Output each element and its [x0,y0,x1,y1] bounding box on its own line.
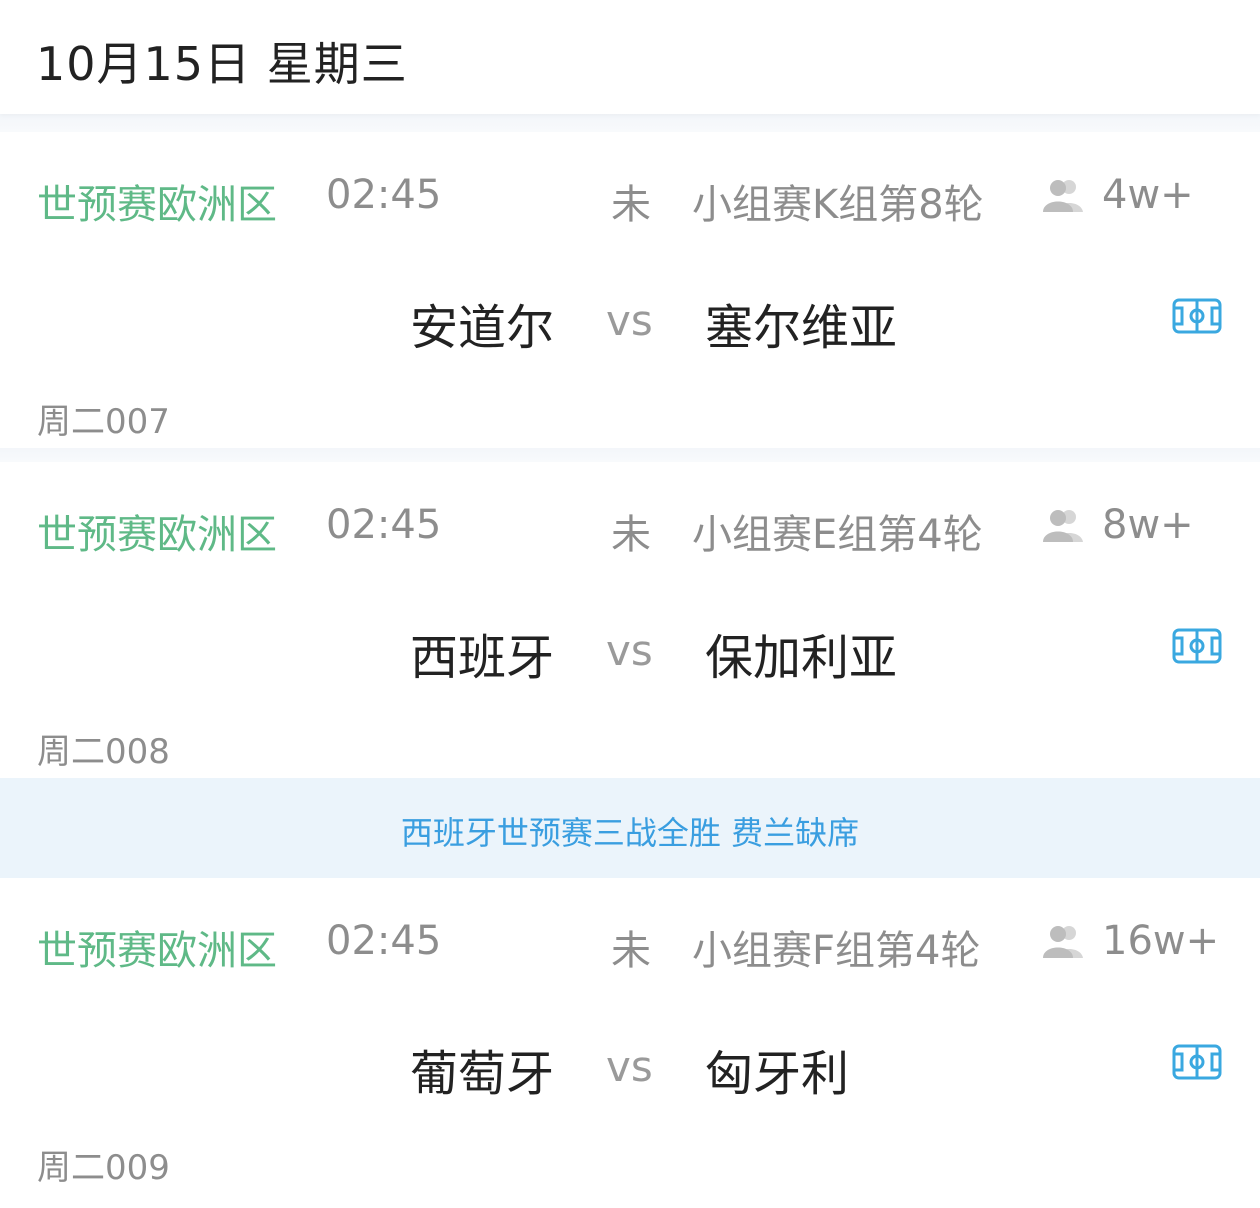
people-icon [1043,926,1083,958]
news-banner[interactable]: 西班牙世预赛三战全胜 费兰缺席 [0,778,1260,878]
home-team[interactable]: 西班牙 [410,618,554,688]
viewer-count: 8w+ [1102,502,1194,548]
viewer-count: 4w+ [1102,172,1194,218]
match-round: 小组赛F组第4轮 [692,928,981,974]
away-team[interactable]: 塞尔维亚 [705,288,897,358]
league-name[interactable]: 世预赛欧洲区 [37,502,277,560]
match-time: 02:45 [326,172,442,218]
match-card[interactable]: 世预赛欧洲区 02:45 未 小组赛K组第8轮 4w+ 安道尔 vs 塞尔维亚 … [0,132,1260,448]
people-icon [1043,180,1083,212]
divider [0,114,1260,132]
date-title: 10月15日 星期三 [36,37,408,91]
divider [0,448,1260,462]
match-code: 周二008 [37,732,170,772]
home-team[interactable]: 安道尔 [410,288,554,358]
people-icon [1043,510,1083,542]
match-info-row: 世预赛欧洲区 02:45 未 小组赛E组第4轮 8w+ [0,502,1260,558]
league-name[interactable]: 世预赛欧洲区 [37,172,277,230]
news-headline[interactable]: 西班牙世预赛三战全胜 费兰缺席 [0,808,1260,854]
vs-label: vs [606,626,653,675]
match-round: 小组赛K组第8轮 [692,182,984,228]
match-time: 02:45 [326,502,442,548]
match-code: 周二009 [37,1148,170,1188]
football-field-icon[interactable] [1172,1044,1222,1080]
teams-row: 葡萄牙 vs 匈牙利 [0,1034,1260,1102]
match-status: 未 [611,512,651,558]
teams-row: 西班牙 vs 保加利亚 [0,618,1260,686]
away-team[interactable]: 保加利亚 [705,618,897,688]
football-field-icon[interactable] [1172,628,1222,664]
vs-label: vs [606,296,653,345]
football-field-icon[interactable] [1172,298,1222,334]
match-card[interactable]: 世预赛欧洲区 02:45 未 小组赛E组第4轮 8w+ 西班牙 vs 保加利亚 … [0,462,1260,778]
home-team[interactable]: 葡萄牙 [410,1034,554,1104]
vs-label: vs [606,1042,653,1091]
match-status: 未 [611,928,651,974]
match-card[interactable]: 世预赛欧洲区 02:45 未 小组赛F组第4轮 16w+ 葡萄牙 vs 匈牙利 … [0,878,1260,1194]
match-round: 小组赛E组第4轮 [692,512,983,558]
match-info-row: 世预赛欧洲区 02:45 未 小组赛K组第8轮 4w+ [0,172,1260,228]
match-code: 周二007 [37,402,170,442]
league-name[interactable]: 世预赛欧洲区 [37,918,277,976]
away-team[interactable]: 匈牙利 [705,1034,849,1104]
viewer-count: 16w+ [1102,918,1220,964]
match-time: 02:45 [326,918,442,964]
date-header: 10月15日 星期三 [0,0,1260,114]
match-info-row: 世预赛欧洲区 02:45 未 小组赛F组第4轮 16w+ [0,918,1260,974]
teams-row: 安道尔 vs 塞尔维亚 [0,288,1260,356]
match-status: 未 [611,182,651,228]
